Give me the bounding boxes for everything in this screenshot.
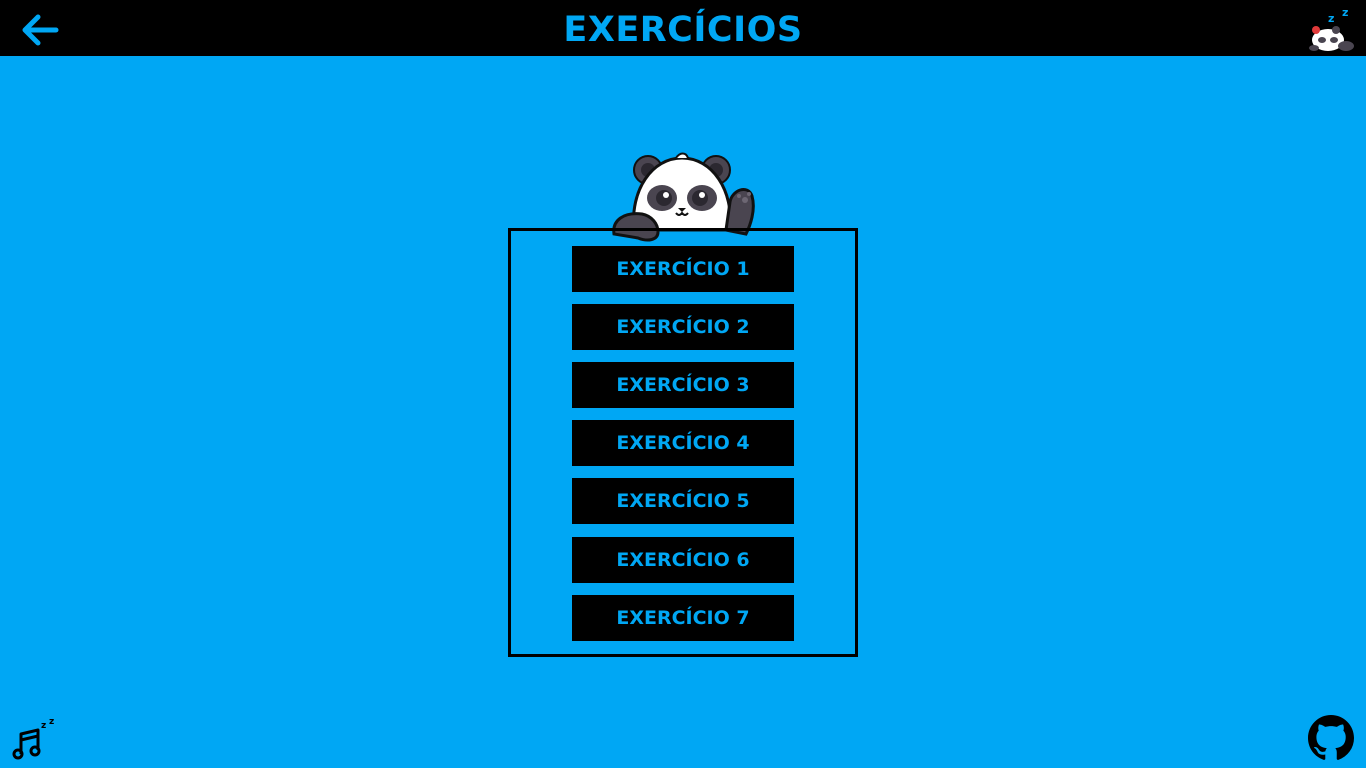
svg-text:z: z — [49, 717, 54, 727]
exercise-7-button[interactable]: EXERCÍCIO 7 — [572, 595, 794, 641]
exercise-2-button[interactable]: EXERCÍCIO 2 — [572, 304, 794, 350]
sleep-mode-button[interactable]: z z — [1306, 6, 1356, 52]
exercise-4-button[interactable]: EXERCÍCIO 4 — [572, 420, 794, 466]
music-note-sleep-icon: z z — [12, 717, 54, 760]
exercise-5-button[interactable]: EXERCÍCIO 5 — [572, 478, 794, 524]
svg-text:z: z — [41, 721, 46, 731]
exercise-1-button[interactable]: EXERCÍCIO 1 — [572, 246, 794, 292]
svg-text:z: z — [1342, 6, 1348, 19]
exercise-6-button[interactable]: EXERCÍCIO 6 — [572, 537, 794, 583]
top-bar: EXERCÍCIOS z z — [0, 0, 1366, 56]
exercise-3-button[interactable]: EXERCÍCIO 3 — [572, 362, 794, 408]
music-toggle-button[interactable]: z z — [12, 716, 60, 760]
github-link[interactable] — [1308, 715, 1354, 761]
svg-text:z: z — [1328, 12, 1334, 25]
sleeping-panda-icon: z z — [1309, 6, 1354, 51]
exercise-list-panel: EXERCÍCIO 1 EXERCÍCIO 2 EXERCÍCIO 3 EXER… — [508, 228, 858, 657]
github-icon — [1308, 715, 1354, 760]
page-title: EXERCÍCIOS — [563, 10, 803, 50]
